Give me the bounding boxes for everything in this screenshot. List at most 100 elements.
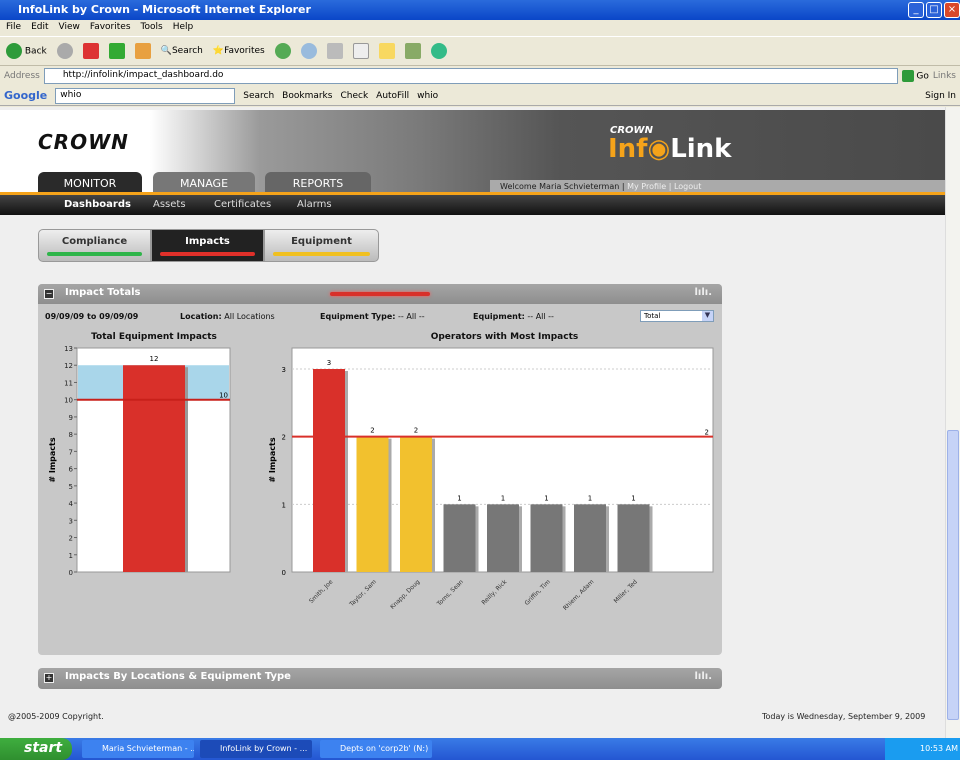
location-label: Location: — [180, 312, 222, 321]
y-tick-label: 9 — [69, 414, 73, 422]
y-tick-label: 5 — [69, 483, 73, 491]
crown-logo: CROWN — [38, 130, 129, 154]
operators-impacts-chart: 0 1 2 3 3 Smith, Joe 2 Taylor, Sam 2 Knapp, Doug 1… — [268, 347, 714, 612]
maximize-button[interactable]: □ — [926, 2, 942, 18]
x-tick-label: Reilly, Rick — [480, 578, 508, 606]
logout-link[interactable]: | Logout — [669, 182, 702, 191]
chevron-down-icon: ▼ — [702, 311, 713, 321]
chart-icon[interactable]: lılı. — [694, 671, 712, 682]
menu-edit[interactable]: Edit — [31, 22, 48, 32]
google-search-button[interactable]: Search — [243, 91, 274, 101]
close-button[interactable]: × — [944, 2, 960, 18]
equipment-label: Equipment: — [473, 312, 525, 321]
taskbar: start Maria Schvieterman - ... InfoLink … — [0, 738, 960, 760]
dashboard-tab-equipment[interactable]: Equipment — [264, 229, 379, 262]
back-label: Back — [24, 46, 47, 57]
url-input[interactable]: http://infolink/impact_dashboard.do — [43, 68, 898, 84]
minimize-button[interactable]: _ — [908, 2, 924, 18]
google-search-input[interactable]: whio — [55, 87, 236, 104]
bar-griffin-tim — [530, 504, 563, 572]
spell-check-button[interactable]: Check — [340, 91, 368, 101]
research-icon[interactable] — [404, 43, 421, 59]
bar-total — [123, 365, 185, 572]
expand-icon[interactable]: + — [44, 673, 54, 683]
nav-alarms[interactable]: Alarms — [297, 199, 332, 210]
y-tick-label: 6 — [69, 466, 74, 474]
menu-tools[interactable]: Tools — [141, 22, 163, 32]
google-toolbar: Google whio Search Bookmarks Check AutoF… — [0, 86, 960, 106]
impact-type-select[interactable]: Total ▼ — [640, 310, 714, 322]
bookmarks-button[interactable]: Bookmarks — [282, 91, 332, 101]
address-bar: Address http://infolink/impact_dashboard… — [0, 66, 960, 86]
y-tick-label: 1 — [282, 501, 286, 509]
home-icon[interactable] — [134, 43, 151, 59]
task-infolink[interactable]: InfoLink by Crown - ... — [200, 740, 312, 758]
target-value-label: 10 — [219, 392, 228, 400]
stop-icon[interactable] — [82, 43, 99, 59]
autofill-button[interactable]: AutoFill — [376, 91, 409, 101]
address-label: Address — [4, 71, 40, 81]
y-tick-label: 4 — [69, 500, 74, 508]
total-equipment-impacts-chart: 0123456789101112131210# Impacts — [48, 345, 231, 577]
messenger-icon[interactable] — [430, 43, 447, 59]
links-button[interactable]: Links — [933, 71, 956, 81]
dashboard-tab-impacts[interactable]: Impacts — [151, 229, 264, 262]
system-tray: 10:53 AM — [885, 738, 960, 760]
task-outlook[interactable]: Maria Schvieterman - ... — [82, 740, 194, 758]
forward-icon[interactable] — [56, 43, 73, 59]
panel2-header[interactable]: Impacts By Locations & Equipment Type — [38, 668, 722, 689]
infolink-logo: Inf◉Link — [608, 134, 732, 164]
x-tick-label: Rhiem, Adam — [562, 578, 596, 612]
x-tick-label: Miller, Ted — [613, 578, 640, 605]
task-depts-folder[interactable]: Depts on 'corp2b' (N:) — [320, 740, 432, 758]
notes-icon[interactable] — [378, 43, 395, 59]
scrollbar-thumb[interactable] — [947, 430, 959, 720]
menu-help[interactable]: Help — [173, 22, 194, 32]
start-button[interactable]: start — [0, 738, 72, 760]
bar-value-label: 1 — [501, 494, 505, 502]
mail-icon[interactable] — [300, 43, 317, 59]
location-value: All Locations — [224, 312, 275, 321]
today-date: Today is Wednesday, September 9, 2009 — [762, 712, 926, 721]
favorites-button[interactable]: ⭐Favorites — [213, 46, 265, 56]
compliance-indicator — [47, 252, 142, 256]
panel-title: Impact Totals — [65, 287, 141, 298]
chart-icon[interactable]: lılı. — [694, 287, 712, 298]
search-button[interactable]: 🔍Search — [161, 46, 203, 56]
window-title: InfoLink by Crown - Microsoft Internet E… — [18, 3, 311, 16]
google-logo: Google — [4, 89, 48, 102]
y-tick-label: 0 — [282, 569, 286, 577]
bar-rhiem-adam — [574, 504, 606, 572]
menu-file[interactable]: File — [6, 22, 21, 32]
y-tick-label: 13 — [64, 345, 73, 353]
nav-certificates[interactable]: Certificates — [214, 199, 271, 210]
nav-assets[interactable]: Assets — [153, 199, 186, 210]
web-page: CROWN CROWN Inf◉Link Welcome Maria Schvi… — [0, 107, 945, 738]
y-tick-label: 12 — [64, 362, 73, 370]
nav-dashboards[interactable]: Dashboards — [64, 199, 131, 210]
copyright: @2005-2009 Copyright. — [8, 712, 104, 721]
x-tick-label: Knapp, Doug — [389, 578, 421, 610]
target-value-label: 2 — [705, 429, 709, 437]
history-icon[interactable] — [274, 43, 291, 59]
dashboard-tab-compliance[interactable]: Compliance — [38, 229, 151, 262]
print-icon[interactable] — [326, 43, 343, 59]
menu-favorites[interactable]: Favorites — [90, 22, 131, 32]
my-profile-link[interactable]: My Profile — [627, 182, 666, 191]
collapse-icon[interactable]: − — [44, 289, 54, 299]
site-header: CROWN CROWN Inf◉Link Welcome Maria Schvi… — [0, 110, 945, 195]
go-button[interactable]: Go — [901, 70, 929, 82]
bar-smith-joe — [313, 369, 345, 572]
bar-value-label: 3 — [327, 359, 331, 367]
y-axis-label: # Impacts — [268, 437, 277, 482]
highlight-whio-button[interactable]: whio — [417, 91, 438, 101]
y-axis-label: # Impacts — [48, 437, 57, 482]
impacts-indicator — [160, 252, 255, 256]
edit-icon[interactable] — [352, 43, 369, 59]
sign-in-button[interactable]: Sign In — [925, 91, 956, 101]
back-button[interactable]: Back — [6, 43, 47, 59]
back-arrow-icon — [6, 43, 22, 59]
menu-view[interactable]: View — [59, 22, 80, 32]
refresh-icon[interactable] — [108, 43, 125, 59]
sub-navigation: Dashboards Assets Certificates Alarms — [0, 195, 945, 215]
